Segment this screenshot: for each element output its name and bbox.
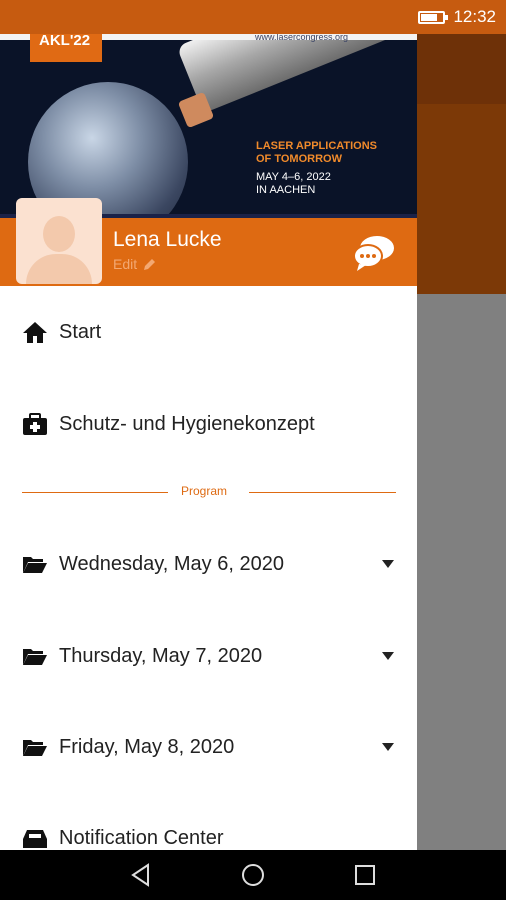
event-logo-text: AKL'22 bbox=[39, 34, 91, 49]
navigation-drawer: www.lasercongress.org AKL'22 LASER APPLI… bbox=[0, 34, 417, 850]
folder-open-icon bbox=[23, 740, 47, 756]
banner-headline-line2: OF TOMORROW bbox=[256, 153, 342, 165]
user-name: Lena Lucke bbox=[113, 228, 222, 251]
banner-date-line2: IN AACHEN bbox=[256, 184, 316, 196]
banner-url: www.lasercongress.org bbox=[255, 34, 349, 42]
divider-line-right bbox=[249, 492, 396, 493]
globe-image bbox=[28, 82, 188, 214]
banner-headline-line1: LASER APPLICATIONS bbox=[256, 140, 378, 152]
laser-head-image bbox=[176, 34, 417, 114]
divider-line-left bbox=[22, 492, 168, 493]
menu-label-notification-center: Notification Center bbox=[59, 826, 224, 849]
chevron-down-icon[interactable] bbox=[382, 652, 394, 660]
chevron-down-icon[interactable] bbox=[382, 560, 394, 568]
status-right: 12:32 bbox=[418, 7, 496, 27]
recents-icon[interactable] bbox=[352, 862, 378, 888]
edit-label: Edit bbox=[113, 256, 138, 272]
folder-open-icon bbox=[23, 649, 47, 665]
battery-fill bbox=[421, 13, 438, 21]
avatar-body bbox=[26, 254, 92, 284]
inbox-icon bbox=[23, 830, 47, 848]
menu-label-start: Start bbox=[59, 320, 102, 343]
avatar-head bbox=[43, 216, 75, 252]
menu-label-program-day-2: Thursday, May 7, 2020 bbox=[59, 644, 263, 667]
program-section-divider: Program bbox=[22, 482, 396, 502]
menu-item-program-day-2[interactable]: Thursday, May 7, 2020 bbox=[0, 626, 417, 686]
menu-label-program-day-3: Friday, May 8, 2020 bbox=[59, 735, 235, 758]
battery-icon bbox=[418, 10, 449, 24]
status-time: 12:32 bbox=[453, 7, 496, 26]
pencil-icon bbox=[144, 258, 156, 270]
banner-headline: LASER APPLICATIONS OF TOMORROW bbox=[256, 140, 377, 166]
program-section-label: Program bbox=[181, 484, 228, 498]
menu-label-hygiene-concept: Schutz- und Hygienekonzept bbox=[59, 412, 315, 435]
status-bar: 12:32 bbox=[0, 0, 506, 34]
home-icon bbox=[23, 322, 47, 343]
edit-profile-link[interactable]: Edit bbox=[113, 256, 156, 272]
system-nav-bar bbox=[0, 850, 506, 900]
background-header bbox=[417, 34, 506, 104]
menu-item-start[interactable]: Start bbox=[0, 302, 417, 362]
event-banner: www.lasercongress.org AKL'22 LASER APPLI… bbox=[0, 34, 417, 214]
menu-item-program-day-1[interactable]: Wednesday, May 6, 2020 bbox=[0, 534, 417, 594]
profile-bar: Lena Lucke Edit bbox=[0, 198, 417, 286]
event-logo: AKL'22 bbox=[30, 34, 102, 62]
menu-item-hygiene-concept[interactable]: Schutz- und Hygienekonzept bbox=[0, 394, 417, 454]
menu-item-notification-center[interactable]: Notification Center bbox=[0, 808, 417, 850]
menu-item-program-day-3[interactable]: Friday, May 8, 2020 bbox=[0, 717, 417, 777]
folder-open-icon bbox=[23, 557, 47, 573]
chevron-down-icon[interactable] bbox=[382, 743, 394, 751]
chat-icon[interactable] bbox=[352, 233, 396, 273]
medical-kit-icon bbox=[23, 413, 47, 435]
background-app-scrim[interactable] bbox=[417, 34, 506, 850]
menu-label-program-day-1: Wednesday, May 6, 2020 bbox=[59, 552, 284, 575]
back-icon[interactable] bbox=[128, 862, 154, 888]
home-nav-icon[interactable] bbox=[240, 862, 266, 888]
avatar[interactable] bbox=[16, 198, 102, 284]
banner-date: MAY 4–6, 2022 IN AACHEN bbox=[256, 171, 331, 197]
background-banner bbox=[417, 104, 506, 294]
banner-date-line1: MAY 4–6, 2022 bbox=[256, 171, 331, 183]
